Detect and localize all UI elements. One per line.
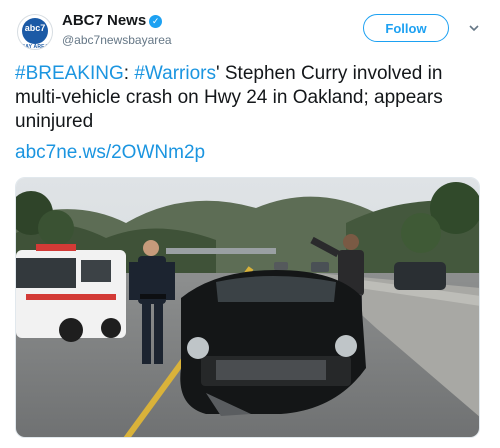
hashtag-warriors[interactable]: #Warriors: [134, 63, 216, 84]
text-separator: :: [123, 63, 135, 84]
tweet-photo[interactable]: [15, 177, 480, 438]
display-name[interactable]: ABC7 News: [62, 12, 146, 29]
name-row[interactable]: ABC7 News ✓: [62, 12, 163, 30]
follow-button[interactable]: Follow: [363, 14, 449, 42]
crash-scene-photo: [16, 178, 479, 437]
tweet-text: #BREAKING: #Warriors' Stephen Curry invo…: [15, 62, 490, 134]
tweet-header: abc7 BAY AREA ABC7 News ✓ @abc7newsbayare…: [0, 0, 500, 60]
avatar[interactable]: abc7 BAY AREA: [17, 14, 53, 50]
user-handle[interactable]: @abc7newsbayarea: [62, 33, 172, 47]
damaged-black-car: [180, 270, 366, 416]
tweet-link[interactable]: abc7ne.ws/2OWNm2p: [15, 141, 205, 165]
chevron-down-icon[interactable]: [467, 21, 481, 35]
verified-badge-icon: ✓: [149, 15, 163, 28]
abc7-logo: abc7: [22, 18, 48, 44]
hashtag-breaking[interactable]: #BREAKING: [15, 63, 124, 84]
ambulance: [16, 244, 126, 342]
logo-subtext: BAY AREA: [21, 44, 49, 50]
